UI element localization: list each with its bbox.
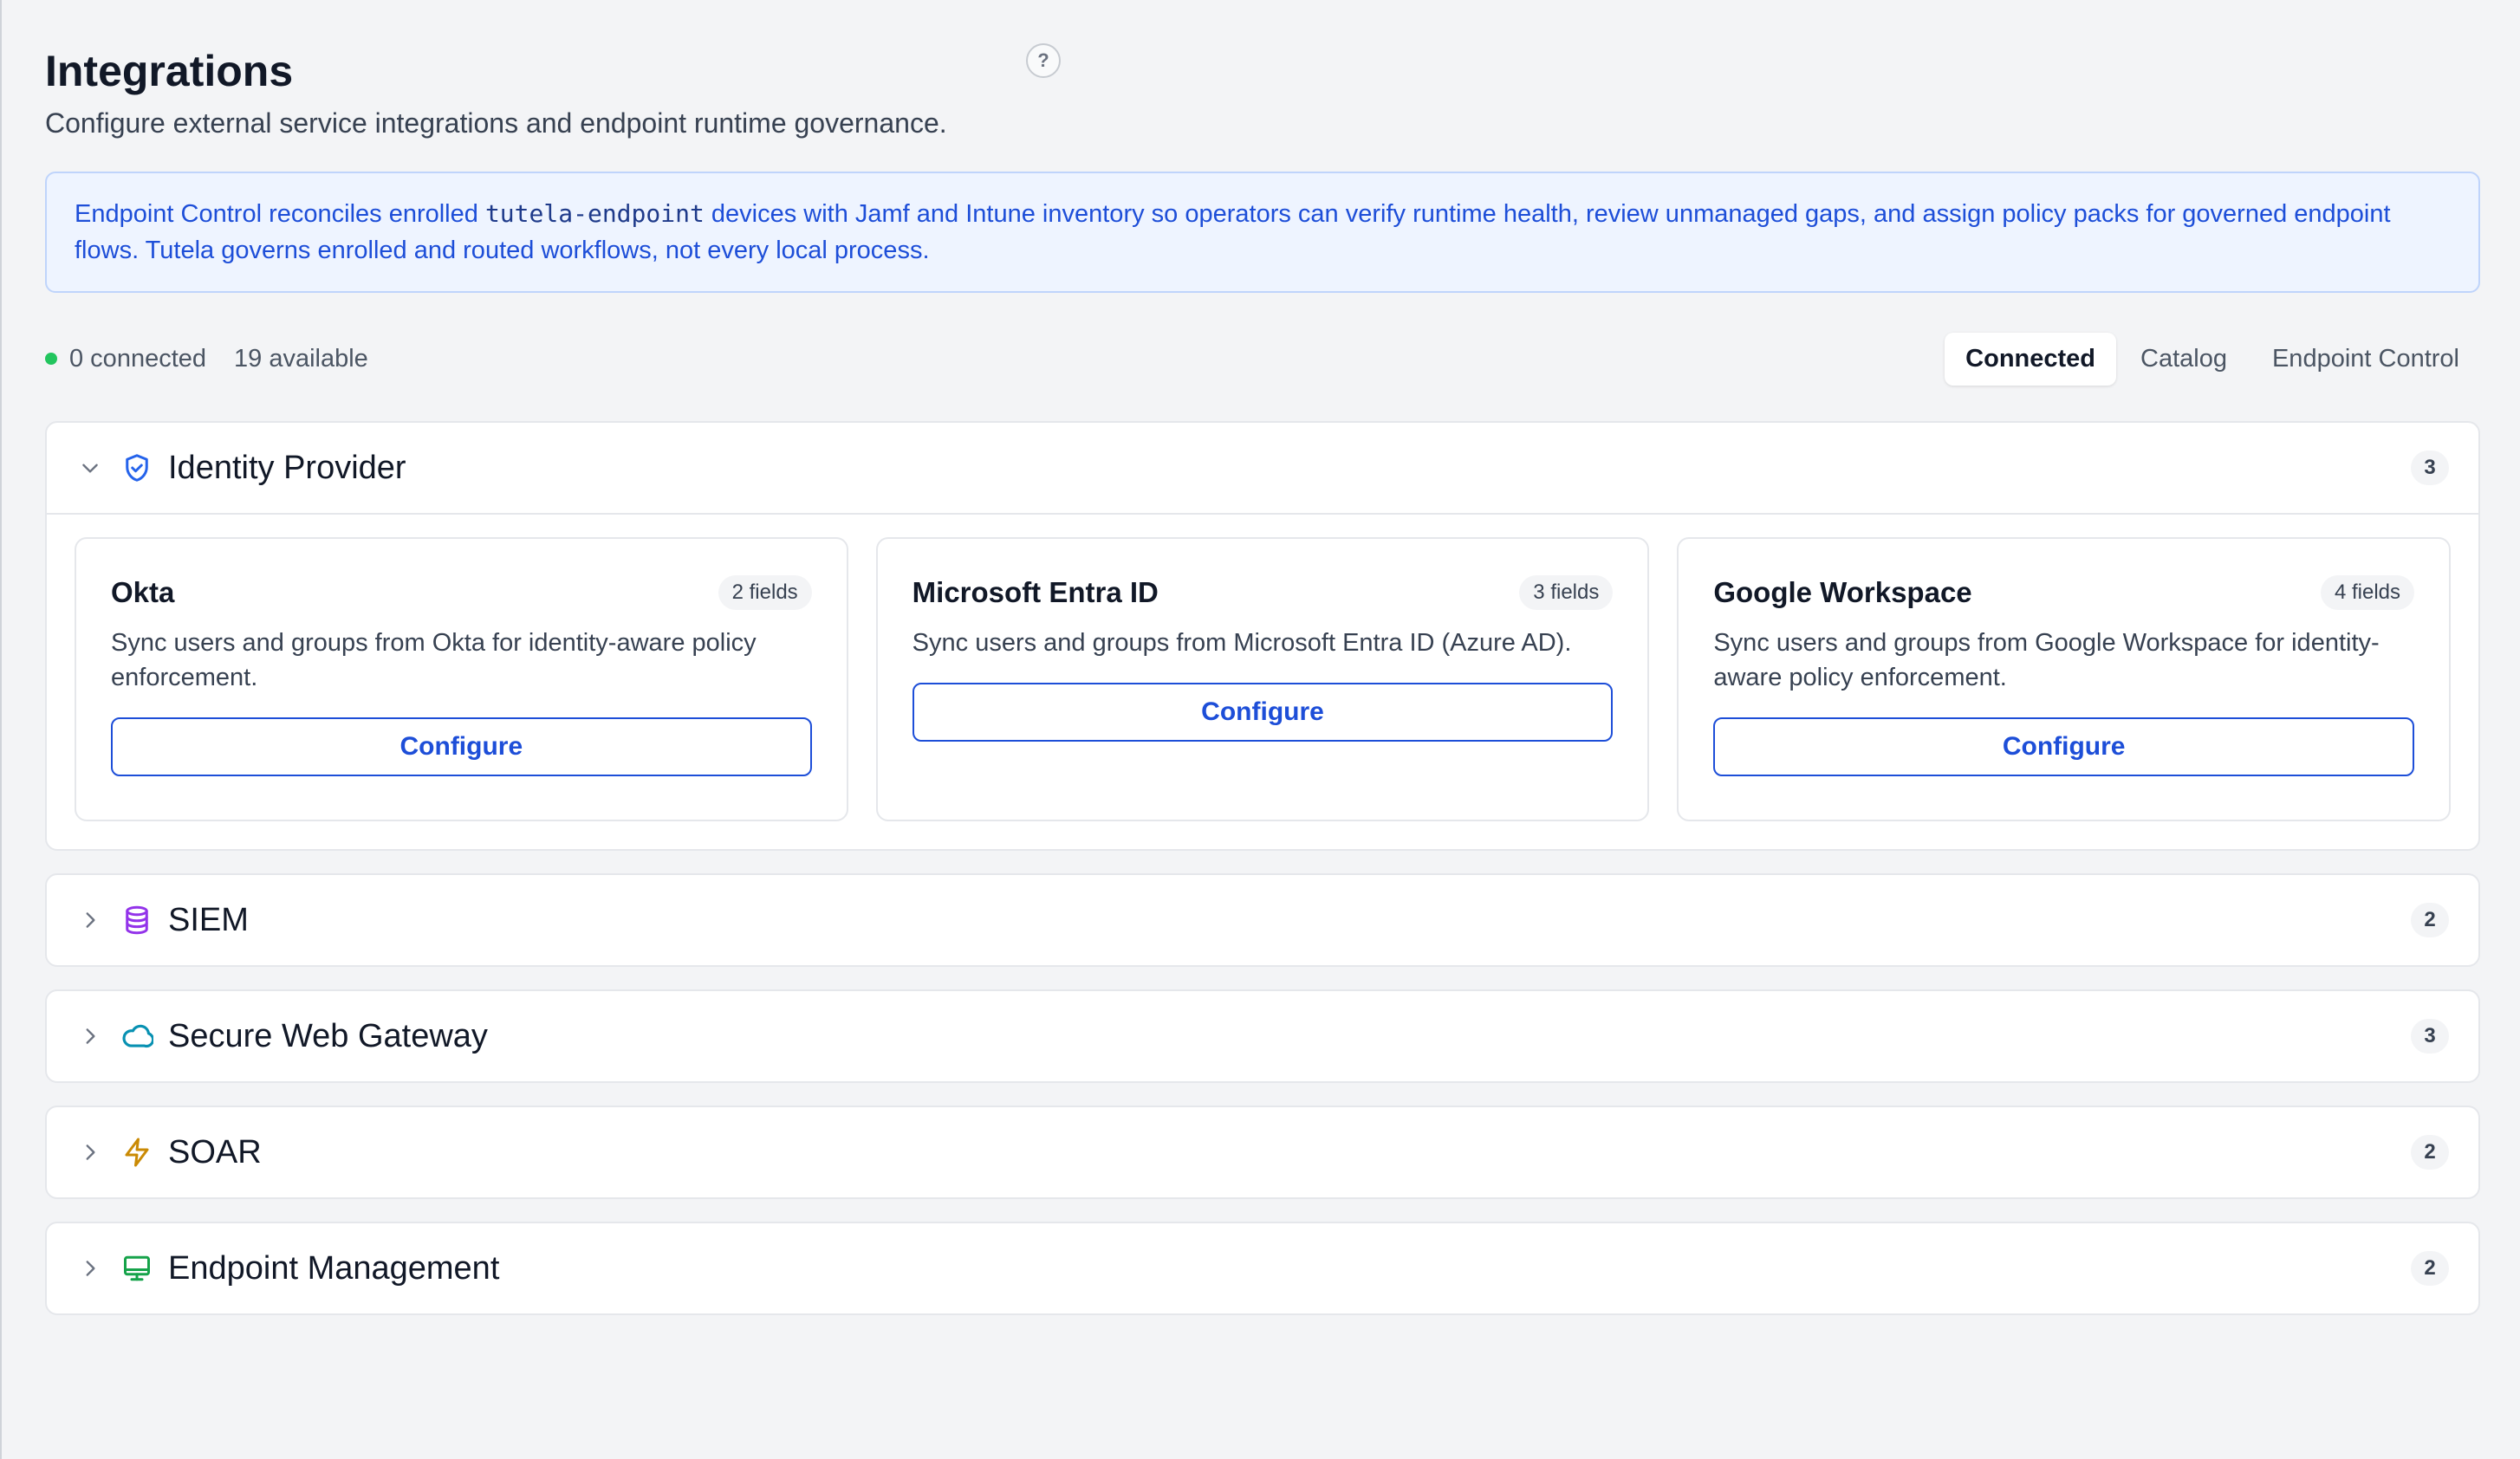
card-description: Sync users and groups from Okta for iden… [111, 629, 757, 691]
section-identity-provider: Identity Provider 3 Okta 2 fields Sync u… [45, 421, 2480, 851]
lightning-icon [120, 1135, 154, 1170]
card-title: Microsoft Entra ID [912, 576, 1159, 608]
chevron-right-icon [76, 1255, 104, 1282]
section-header-soar[interactable]: SOAR 2 [47, 1107, 2478, 1197]
section-endpoint-management: Endpoint Management 2 [45, 1222, 2480, 1315]
view-tabs: Connected Catalog Endpoint Control [1945, 332, 2480, 386]
tab-connected[interactable]: Connected [1945, 332, 2116, 386]
page-title: Integrations [45, 47, 294, 95]
section-count-badge: 2 [2411, 903, 2449, 937]
card-title: Google Workspace [1713, 576, 1972, 608]
card-description: Sync users and groups from Microsoft Ent… [912, 629, 1572, 657]
fields-badge: 4 fields [2320, 575, 2415, 610]
chevron-down-icon [76, 454, 104, 482]
info-banner: Endpoint Control reconciles enrolled tut… [45, 172, 2480, 293]
section-siem: SIEM 2 [45, 873, 2480, 967]
connection-status: 0 connected 19 available [45, 345, 368, 373]
integrations-page: Integrations ? Configure external servic… [0, 0, 2520, 1459]
connected-count: 0 connected [69, 344, 207, 373]
page-subtitle: Configure external service integrations … [45, 107, 947, 139]
banner-code: tutela-endpoint [484, 199, 705, 228]
section-header-endpoint-management[interactable]: Endpoint Management 2 [47, 1223, 2478, 1313]
integration-card-microsoft-entra-id: Microsoft Entra ID 3 fields Sync users a… [875, 537, 1650, 821]
card-header: Microsoft Entra ID 3 fields [913, 574, 1614, 612]
integration-sections: Identity Provider 3 Okta 2 fields Sync u… [45, 421, 2480, 1315]
section-count-badge: 2 [2411, 1135, 2449, 1170]
tab-catalog[interactable]: Catalog [2120, 333, 2248, 386]
section-title: Secure Web Gateway [168, 1017, 488, 1054]
cloud-icon [120, 1019, 154, 1054]
section-header-siem[interactable]: SIEM 2 [47, 875, 2478, 965]
chevron-right-icon [76, 906, 104, 934]
card-header: Google Workspace 4 fields [1713, 574, 2415, 612]
status-row: 0 connected 19 available Connected Catal… [45, 331, 2480, 386]
section-soar: SOAR 2 [45, 1106, 2480, 1199]
help-icon[interactable]: ? [1026, 43, 1061, 78]
integration-card-okta: Okta 2 fields Sync users and groups from… [75, 537, 848, 821]
section-count-badge: 2 [2411, 1251, 2449, 1286]
card-header: Okta 2 fields [111, 574, 812, 612]
section-count-badge: 3 [2411, 1019, 2449, 1054]
section-title: Endpoint Management [168, 1249, 500, 1287]
section-header-identity-provider[interactable]: Identity Provider 3 [47, 423, 2478, 513]
section-title: SOAR [168, 1133, 262, 1170]
fields-badge: 3 fields [1519, 575, 1614, 610]
section-count-badge: 3 [2411, 451, 2449, 485]
configure-okta-button[interactable]: Configure [111, 717, 812, 776]
section-title: SIEM [168, 901, 249, 938]
tab-endpoint-control[interactable]: Endpoint Control [2251, 333, 2480, 386]
fields-badge: 2 fields [718, 575, 812, 610]
database-icon [120, 903, 154, 937]
chevron-right-icon [76, 1138, 104, 1166]
section-header-secure-web-gateway[interactable]: Secure Web Gateway 3 [47, 991, 2478, 1081]
integration-cards: Okta 2 fields Sync users and groups from… [47, 513, 2478, 849]
section-secure-web-gateway: Secure Web Gateway 3 [45, 989, 2480, 1083]
card-title: Okta [111, 576, 175, 608]
card-description: Sync users and groups from Google Worksp… [1713, 629, 2380, 691]
monitor-icon [120, 1251, 154, 1286]
configure-google-workspace-button[interactable]: Configure [1713, 717, 2415, 776]
configure-entra-id-button[interactable]: Configure [912, 683, 1614, 742]
available-count: 19 available [234, 344, 368, 373]
chevron-right-icon [76, 1022, 104, 1050]
shield-check-icon [120, 451, 154, 485]
banner-text-start: Endpoint Control reconciles enrolled [75, 200, 485, 228]
section-title: Identity Provider [168, 449, 406, 486]
integration-card-google-workspace: Google Workspace 4 fields Sync users and… [1677, 537, 2452, 821]
status-dot [45, 353, 57, 365]
